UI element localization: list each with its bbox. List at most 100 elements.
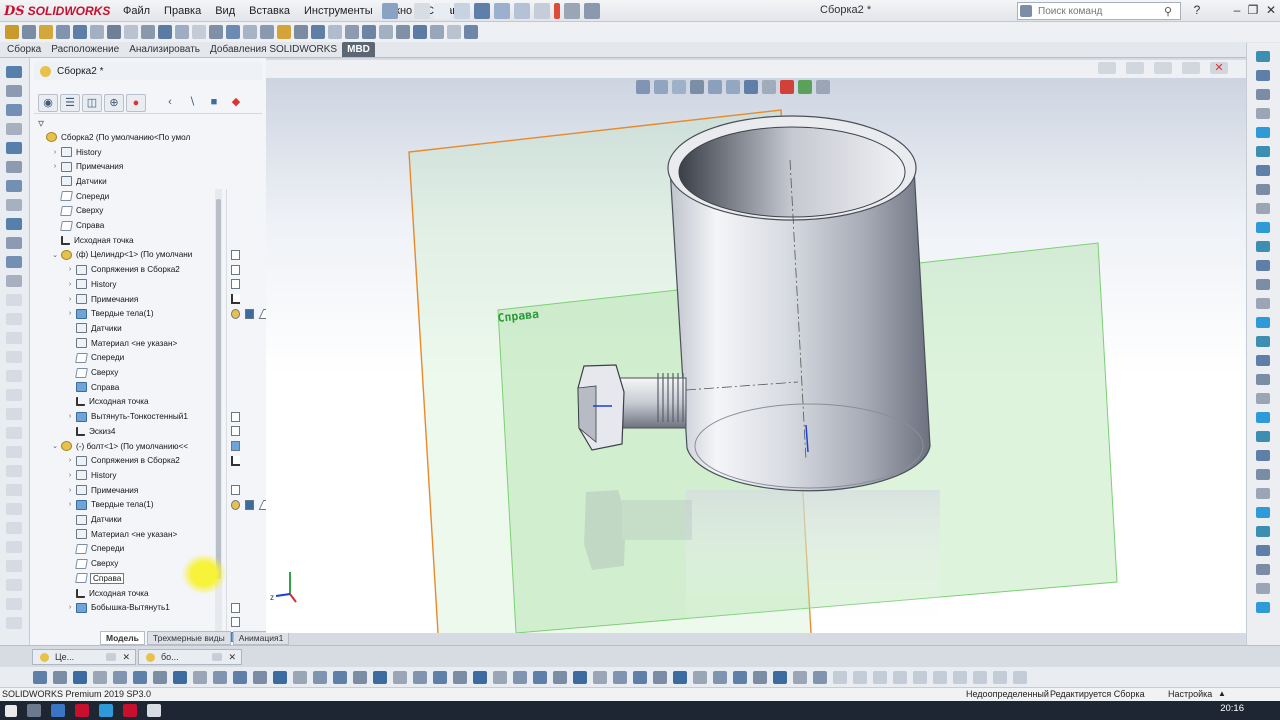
toolbar-tool-icon[interactable] <box>362 25 376 39</box>
toolbar-tool-icon[interactable] <box>294 25 308 39</box>
sketch-tool-icon[interactable] <box>6 218 22 230</box>
tree-item[interactable]: Исходная точка <box>51 233 134 248</box>
selection-filter-icon[interactable] <box>933 670 947 684</box>
save-icon[interactable] <box>474 3 490 19</box>
tree-item[interactable]: Исходная точка <box>66 586 149 601</box>
expand-toggle-icon[interactable]: › <box>66 472 74 479</box>
tree-item[interactable]: Датчики <box>51 174 107 189</box>
expand-toggle-icon[interactable]: › <box>66 457 74 464</box>
display-manager-tab-icon[interactable]: ● <box>126 93 146 112</box>
tree-item[interactable]: ⌄ (-) болт<1> (По умолчанию<< <box>51 439 188 454</box>
task-pane-icon[interactable] <box>1256 450 1270 461</box>
sketch-tool-icon[interactable] <box>6 313 22 325</box>
model-tab[interactable]: Модель <box>100 631 145 645</box>
configuration-manager-tab-icon[interactable]: ◫ <box>82 93 102 112</box>
tree-item[interactable]: ⌄ (ф) Целиндр<1> (По умолчани <box>51 248 192 263</box>
selection-filter-icon[interactable] <box>693 670 707 684</box>
task-view-icon[interactable] <box>27 704 41 717</box>
selection-filter-icon[interactable] <box>953 670 967 684</box>
selection-filter-icon[interactable] <box>993 670 1007 684</box>
selection-filter-icon[interactable] <box>773 670 787 684</box>
toolbar-tool-icon[interactable] <box>175 25 189 39</box>
task-pane-icon[interactable] <box>1256 260 1270 271</box>
selection-filter-icon[interactable] <box>673 670 687 684</box>
search-scope-icon[interactable] <box>1020 5 1032 17</box>
restore-button[interactable]: ❐ <box>1244 2 1262 18</box>
dimxpert-tab-icon[interactable]: ⊕ <box>104 93 124 112</box>
command-tab[interactable]: MBD <box>342 42 375 57</box>
traffic-light-icon[interactable] <box>554 3 560 19</box>
task-pane-icon[interactable] <box>1256 165 1270 176</box>
units-dropdown-icon[interactable]: ▲ <box>1218 689 1226 698</box>
task-pane-icon[interactable] <box>1256 374 1270 385</box>
selection-filter-icon[interactable] <box>233 670 247 684</box>
selection-filter-icon[interactable] <box>93 670 107 684</box>
expand-toggle-icon[interactable]: › <box>66 413 74 420</box>
toolbar-tool-icon[interactable] <box>73 25 87 39</box>
sketch-tool-icon[interactable] <box>6 161 22 173</box>
selection-filter-icon[interactable] <box>853 670 867 684</box>
selection-filter-icon[interactable] <box>53 670 67 684</box>
tree-item[interactable]: Сверху <box>51 204 103 219</box>
units-settings[interactable]: Настройка <box>1168 689 1212 699</box>
tree-item[interactable]: Спереди <box>66 351 124 366</box>
toolbar-tool-icon[interactable] <box>39 25 53 39</box>
task-pane-icon[interactable] <box>1256 564 1270 575</box>
task-pane-icon[interactable] <box>1256 279 1270 290</box>
sketch-tool-icon[interactable] <box>6 256 22 268</box>
selection-filter-icon[interactable] <box>433 670 447 684</box>
selection-filter-icon[interactable] <box>753 670 767 684</box>
task-pane-icon[interactable] <box>1256 507 1270 518</box>
menu-item[interactable]: Инструменты <box>297 3 380 19</box>
selection-filter-icon[interactable] <box>133 670 147 684</box>
selection-filter-icon[interactable] <box>253 670 267 684</box>
selection-filter-icon[interactable] <box>1013 670 1027 684</box>
sketch-tool-icon[interactable] <box>6 85 22 97</box>
tree-item[interactable]: › Примечания <box>66 483 138 498</box>
tree-item[interactable]: › Твердые тела(1) <box>66 306 154 321</box>
toolbar-tool-icon[interactable] <box>56 25 70 39</box>
sketch-tool-icon[interactable] <box>6 66 22 78</box>
selection-filter-icon[interactable] <box>553 670 567 684</box>
sketch-tool-icon[interactable] <box>6 389 22 401</box>
sketch-tool-icon[interactable] <box>6 180 22 192</box>
start-icon[interactable] <box>5 704 17 717</box>
selection-filter-icon[interactable] <box>633 670 647 684</box>
select-icon[interactable] <box>534 3 550 19</box>
browser-icon[interactable] <box>51 704 65 717</box>
tree-item[interactable]: › History <box>66 277 116 292</box>
task-pane-icon[interactable] <box>1256 184 1270 195</box>
solidworks-2-task-icon[interactable] <box>123 704 137 717</box>
menu-item[interactable]: Файл <box>116 3 157 19</box>
sketch-tool-icon[interactable] <box>6 294 22 306</box>
expand-toggle-icon[interactable]: › <box>66 310 74 317</box>
tree-item[interactable]: Датчики <box>66 512 122 527</box>
tree-item[interactable]: › Примечания <box>66 292 138 307</box>
task-pane-icon[interactable] <box>1256 469 1270 480</box>
tree-item[interactable]: › Сопряжения в Сборка2 <box>66 453 180 468</box>
graphics-area[interactable]: ✕ Справа z <box>266 60 1246 633</box>
menu-item[interactable]: Вид <box>208 3 242 19</box>
expand-toggle-icon[interactable]: › <box>66 501 74 508</box>
close-icon[interactable]: ✕ <box>228 652 236 663</box>
toolbar-tool-icon[interactable] <box>396 25 410 39</box>
solidworks-task-icon[interactable] <box>75 704 89 717</box>
selection-filter-icon[interactable] <box>913 670 927 684</box>
sketch-tool-icon[interactable] <box>6 484 22 496</box>
expand-toggle-icon[interactable]: › <box>66 266 74 273</box>
selection-filter-icon[interactable] <box>173 670 187 684</box>
tree-item[interactable]: Справа <box>66 571 125 586</box>
toolbar-tool-icon[interactable] <box>192 25 206 39</box>
command-tab[interactable]: Сборка <box>2 42 46 57</box>
tree-item[interactable]: › Твердые тела(1) <box>66 498 154 513</box>
restore-icon[interactable] <box>212 653 223 661</box>
tree-item[interactable]: Спереди <box>51 189 109 204</box>
task-pane-icon[interactable] <box>1256 526 1270 537</box>
task-pane-icon[interactable] <box>1256 241 1270 252</box>
pin-icon[interactable] <box>382 3 398 19</box>
menu-item[interactable]: Вставка <box>242 3 297 19</box>
selection-filter-icon[interactable] <box>573 670 587 684</box>
selection-filter-icon[interactable] <box>713 670 727 684</box>
toolbar-tool-icon[interactable] <box>209 25 223 39</box>
toolbar-tool-icon[interactable] <box>243 25 257 39</box>
